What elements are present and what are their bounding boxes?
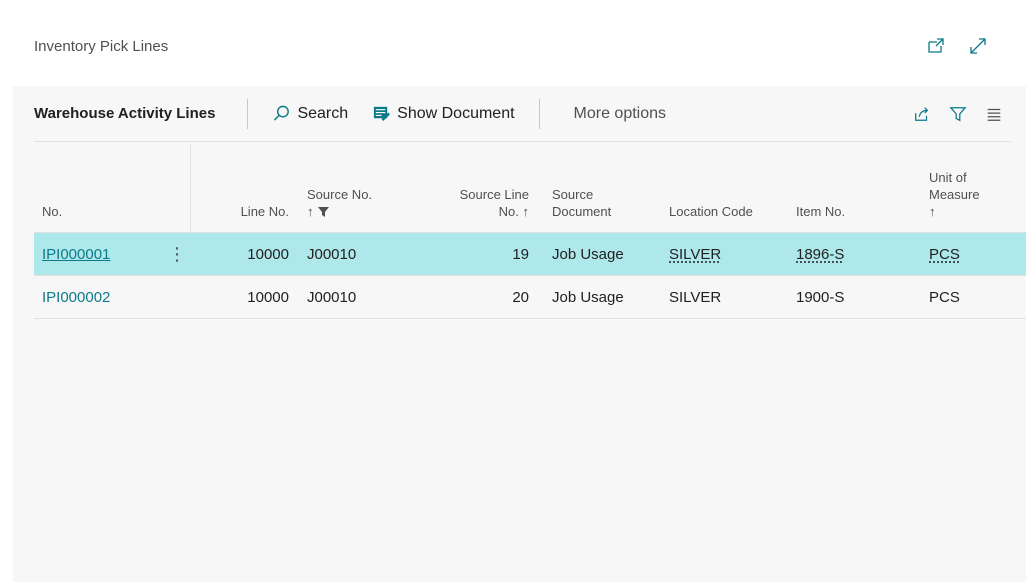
col-uom-sort: ↑: [929, 204, 936, 219]
cell-source-no: J00010: [307, 289, 357, 306]
filter-icon: [317, 206, 329, 217]
cell-location-code[interactable]: SILVER: [669, 233, 721, 276]
filter-icon[interactable]: [947, 103, 969, 125]
cell-no[interactable]: IPI000001: [42, 233, 110, 276]
col-location-code[interactable]: Location Code: [669, 203, 753, 220]
header-actions: [924, 34, 990, 58]
separator: [538, 98, 540, 129]
col-uom-label-2: Measure: [929, 187, 980, 202]
cell-source-line-no: 20: [512, 289, 529, 306]
more-options-button[interactable]: More options: [552, 105, 689, 123]
col-source-line-no[interactable]: Source Line No. ↑: [429, 186, 529, 220]
lines-panel: Warehouse Activity Lines Search Show Doc…: [13, 86, 1026, 582]
expand-icon[interactable]: [966, 34, 990, 58]
table-row[interactable]: IPI000002 10000 J00010 20 Job Usage SILV…: [34, 276, 1026, 319]
share-icon[interactable]: [911, 103, 933, 125]
col-uom-label-1: Unit of: [929, 170, 967, 185]
list-view-icon[interactable]: [983, 103, 1005, 125]
action-bar: Warehouse Activity Lines Search Show Doc…: [34, 86, 1011, 142]
col-source-document-label-2: Document: [552, 204, 612, 219]
actionbar-title: Warehouse Activity Lines: [34, 105, 216, 122]
cell-source-document: Job Usage: [552, 289, 624, 306]
search-label: Search: [297, 104, 349, 122]
sort-ascending-icon: ↑: [307, 204, 314, 219]
col-source-document[interactable]: Source Document: [552, 186, 611, 220]
cell-no[interactable]: IPI000002: [42, 276, 110, 319]
col-no[interactable]: No.: [42, 203, 62, 220]
cell-uom: PCS: [929, 289, 960, 306]
col-source-line-no-label: Source Line: [459, 187, 529, 202]
cell-item-no: 1900-S: [796, 289, 845, 306]
col-source-document-label-1: Source: [552, 187, 594, 202]
separator: [247, 98, 249, 129]
col-unit-of-measure[interactable]: Unit of Measure ↑: [929, 169, 980, 220]
col-source-no-label: Source No.: [307, 187, 373, 202]
cell-item-no[interactable]: 1896-S: [796, 233, 844, 276]
show-document-label: Show Document: [397, 104, 515, 122]
col-line-no[interactable]: Line No.: [194, 203, 289, 220]
row-menu-icon[interactable]: ⋮: [168, 233, 186, 276]
cell-source-line-no: 19: [512, 246, 529, 263]
show-document-button[interactable]: Show Document: [360, 104, 526, 123]
show-document-icon: [374, 106, 391, 121]
column-divider: [190, 144, 191, 233]
cell-uom[interactable]: PCS: [929, 233, 960, 276]
cell-line-no: 10000: [247, 289, 289, 306]
col-source-line-no-sort: No. ↑: [498, 204, 529, 219]
grid-header: No. Line No. Source No. ↑ Source Line No…: [34, 144, 1026, 233]
search-button[interactable]: Search: [260, 104, 360, 123]
search-icon: [274, 105, 290, 121]
cell-source-no: J00010: [307, 246, 357, 263]
page-title: Inventory Pick Lines: [34, 38, 169, 55]
table-row[interactable]: IPI000001 ⋮ 10000 J00010 19 Job Usage SI…: [34, 233, 1026, 276]
col-item-no[interactable]: Item No.: [796, 203, 845, 220]
cell-line-no: 10000: [247, 246, 289, 263]
cell-source-document: Job Usage: [552, 246, 624, 263]
open-new-window-icon[interactable]: [924, 34, 948, 58]
lines-grid: No. Line No. Source No. ↑ Source Line No…: [34, 144, 1026, 319]
col-source-no[interactable]: Source No. ↑: [307, 186, 372, 220]
cell-location-code: SILVER: [669, 289, 722, 306]
